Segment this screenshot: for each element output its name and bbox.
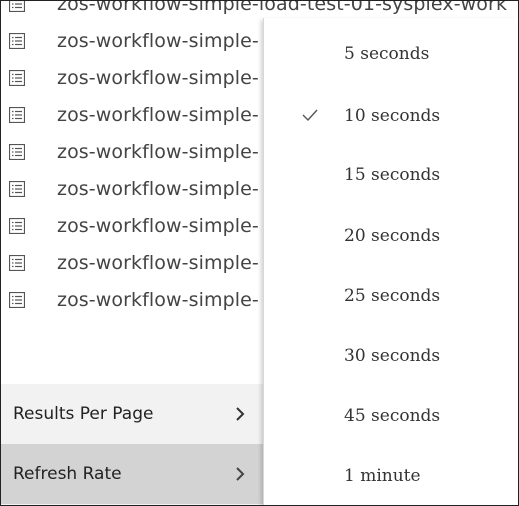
refresh-option-1-minute[interactable]: 1 minute [264, 446, 518, 505]
list-document-icon [9, 32, 27, 49]
refresh-option-45-seconds[interactable]: 45 seconds [264, 386, 518, 446]
list-document-icon [9, 69, 27, 86]
list-document-icon [9, 254, 27, 271]
refresh-rate-menu-item[interactable]: Refresh Rate [1, 444, 263, 504]
option-label: 5 seconds [344, 44, 430, 64]
option-label: 25 seconds [344, 286, 441, 306]
option-label: 1 minute [344, 466, 421, 486]
option-label: 10 seconds [344, 106, 441, 126]
list-document-icon [9, 180, 27, 197]
results-per-page-label: Results Per Page [13, 404, 154, 424]
chevron-right-icon [235, 406, 245, 422]
list-document-icon [9, 106, 27, 123]
list-item-name: zos-workflow-simple- [57, 29, 259, 52]
checkmark-icon [302, 106, 318, 126]
list-item-name: zos-workflow-simple- [57, 288, 259, 311]
list-item-name: zos-workflow-simple- [57, 140, 259, 163]
option-label: 45 seconds [344, 406, 441, 426]
list-item-name: zos-workflow-simple- [57, 103, 259, 126]
refresh-rate-label: Refresh Rate [13, 464, 122, 484]
list-item-name: zos-workflow-simple- [57, 251, 259, 274]
list-document-icon [9, 291, 27, 308]
refresh-rate-dropdown: 5 seconds 10 seconds 15 seconds 20 secon… [263, 18, 518, 505]
refresh-option-15-seconds[interactable]: 15 seconds [264, 145, 518, 205]
refresh-option-5-seconds[interactable]: 5 seconds [264, 24, 518, 84]
refresh-option-20-seconds[interactable]: 20 seconds [264, 206, 518, 266]
settings-submenu: Results Per Page Refresh Rate [1, 384, 263, 505]
option-label: 30 seconds [344, 346, 441, 366]
option-label: 15 seconds [344, 165, 441, 185]
window-frame: zos-workflow-simple-load-test-01-sysplex… [0, 0, 519, 506]
list-item-name: zos-workflow-simple- [57, 66, 259, 89]
refresh-option-25-seconds[interactable]: 25 seconds [264, 266, 518, 326]
list-item-name: zos-workflow-simple- [57, 214, 259, 237]
list-document-icon [9, 217, 27, 234]
refresh-option-30-seconds[interactable]: 30 seconds [264, 326, 518, 386]
list-item-name: zos-workflow-simple-load-test-01-sysplex… [57, 0, 508, 15]
list-document-icon [9, 1, 27, 12]
chevron-right-icon [235, 466, 245, 482]
option-label: 20 seconds [344, 226, 441, 246]
list-document-icon [9, 143, 27, 160]
results-per-page-menu-item[interactable]: Results Per Page [1, 384, 263, 444]
list-item-name: zos-workflow-simple- [57, 177, 259, 200]
refresh-option-10-seconds[interactable]: 10 seconds [264, 86, 518, 146]
